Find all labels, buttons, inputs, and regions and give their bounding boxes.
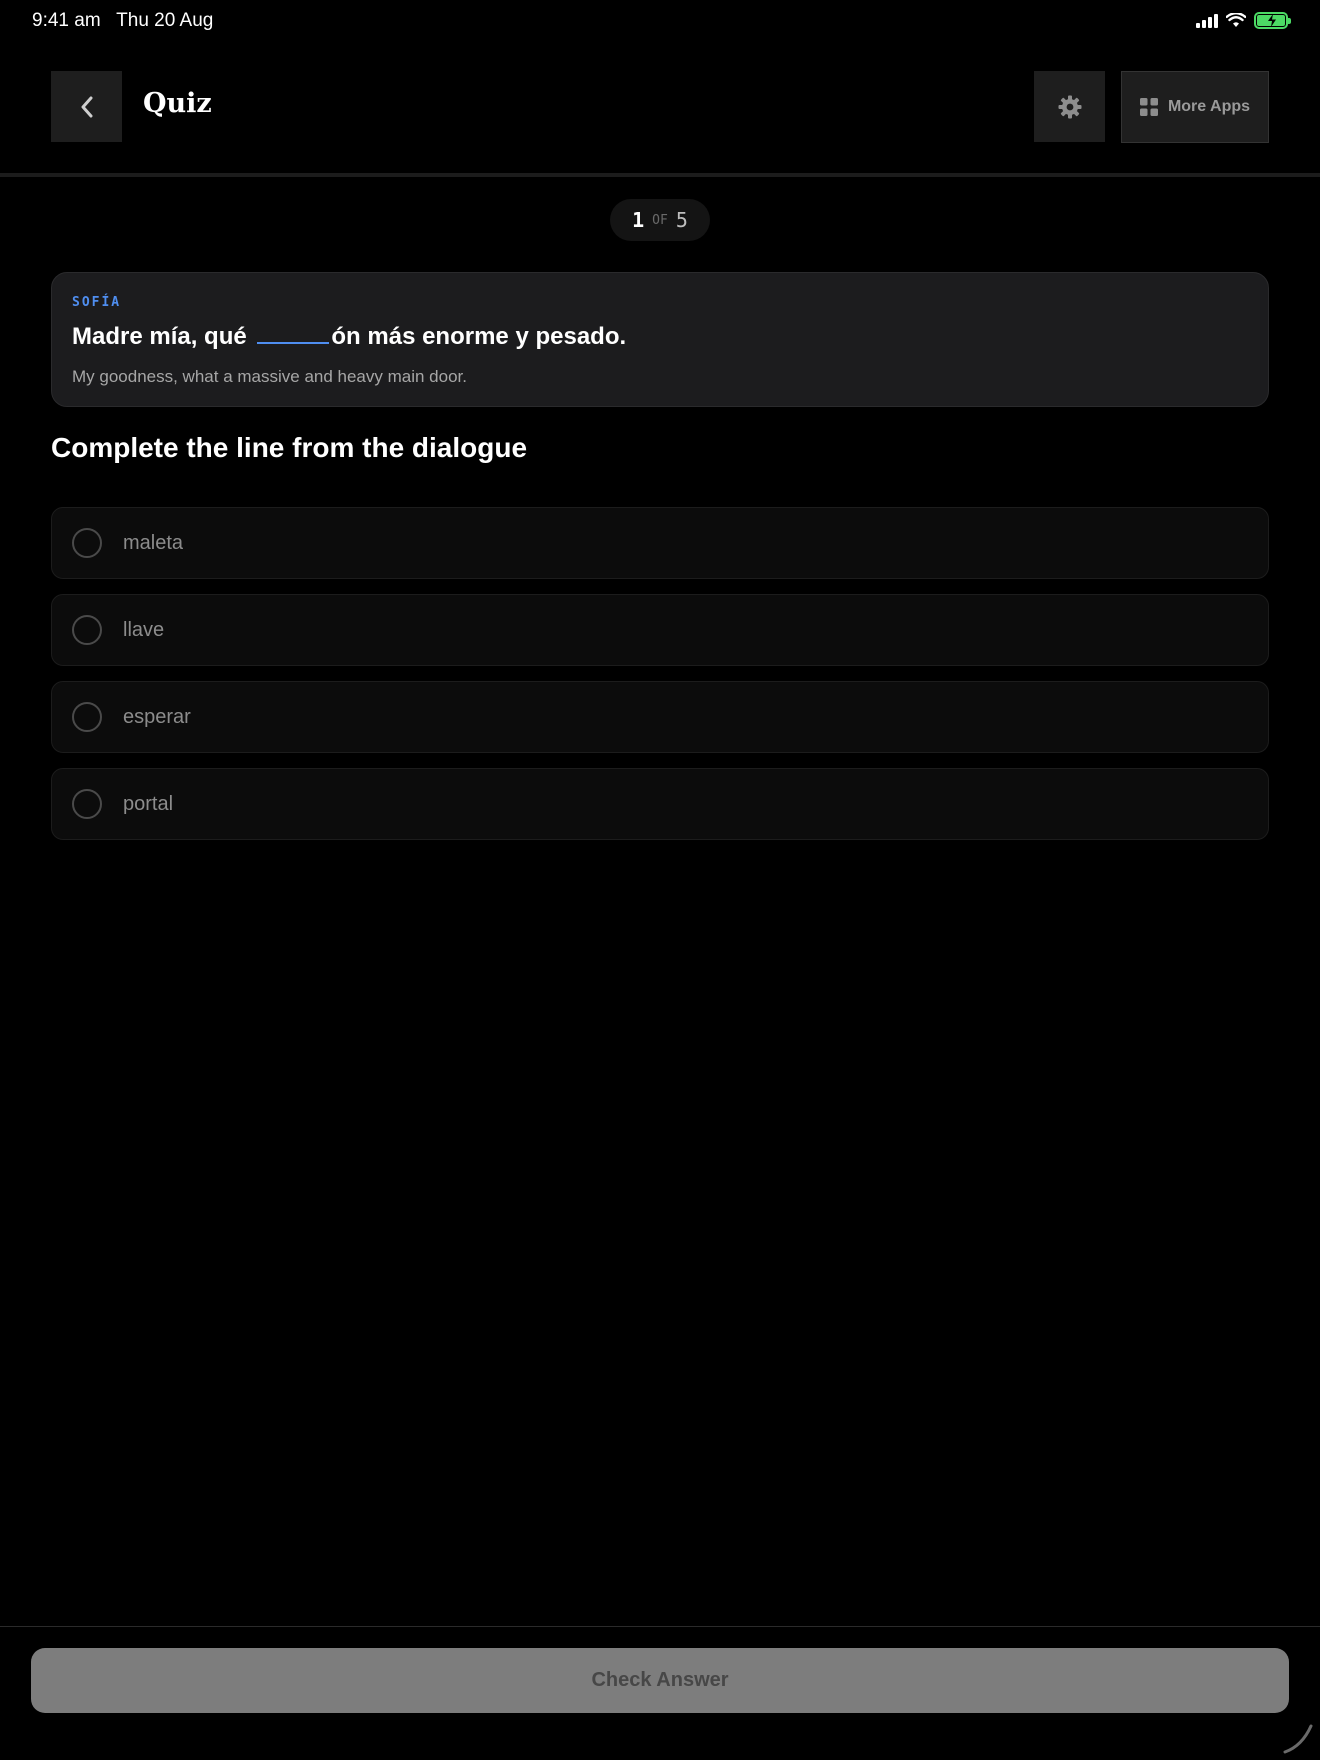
progress-of-label: OF bbox=[652, 212, 668, 228]
cellular-signal-icon bbox=[1196, 13, 1218, 28]
page-title: Quiz bbox=[143, 88, 212, 119]
progress-current: 1 bbox=[632, 208, 645, 232]
more-apps-button[interactable]: More Apps bbox=[1121, 71, 1269, 143]
answer-option-label: esperar bbox=[123, 706, 191, 728]
question-progress: 1 OF 5 bbox=[610, 199, 710, 241]
status-time-date: 9:41 am Thu 20 Aug bbox=[32, 10, 214, 31]
answer-option[interactable]: esperar bbox=[51, 681, 1269, 753]
progress-total: 5 bbox=[675, 208, 688, 232]
gear-icon bbox=[1058, 95, 1081, 118]
check-answer-label: Check Answer bbox=[591, 1669, 729, 1691]
grid-icon bbox=[1139, 98, 1158, 116]
radio-button[interactable] bbox=[72, 528, 102, 558]
answer-blank bbox=[257, 324, 330, 344]
speaker-name: SOFÍA bbox=[72, 295, 122, 310]
header-divider bbox=[0, 173, 1320, 177]
dialogue-line: Madre mía, qué ón más enorme y pesado. bbox=[72, 323, 626, 351]
status-bar: 9:41 am Thu 20 Aug bbox=[0, 0, 1320, 42]
battery-charging-icon bbox=[1254, 12, 1291, 29]
status-icons bbox=[1196, 12, 1291, 29]
answer-option[interactable]: llave bbox=[51, 594, 1269, 666]
answer-option-label: llave bbox=[123, 619, 165, 641]
chevron-left-icon bbox=[81, 96, 92, 117]
wifi-icon bbox=[1226, 13, 1246, 27]
back-button[interactable] bbox=[51, 71, 122, 142]
dialogue-line-before: Madre mía, qué bbox=[72, 323, 254, 350]
resize-corner-icon bbox=[1283, 1724, 1313, 1754]
answer-option[interactable]: maleta bbox=[51, 507, 1269, 579]
answer-option-label: portal bbox=[123, 793, 174, 815]
dialogue-translation: My goodness, what a massive and heavy ma… bbox=[72, 367, 467, 386]
footer-divider bbox=[0, 1626, 1320, 1627]
radio-button[interactable] bbox=[72, 702, 102, 732]
radio-button[interactable] bbox=[72, 615, 102, 645]
check-answer-button[interactable]: Check Answer bbox=[31, 1648, 1289, 1713]
answer-option-label: maleta bbox=[123, 532, 184, 554]
settings-button[interactable] bbox=[1034, 71, 1105, 142]
dialogue-line-after: ón más enorme y pesado. bbox=[331, 323, 627, 350]
dialogue-card: SOFÍA Madre mía, qué ón más enorme y pes… bbox=[51, 272, 1269, 407]
more-apps-label: More Apps bbox=[1167, 98, 1251, 115]
radio-button[interactable] bbox=[72, 789, 102, 819]
question-prompt: Complete the line from the dialogue bbox=[51, 432, 528, 463]
answer-option[interactable]: portal bbox=[51, 768, 1269, 840]
